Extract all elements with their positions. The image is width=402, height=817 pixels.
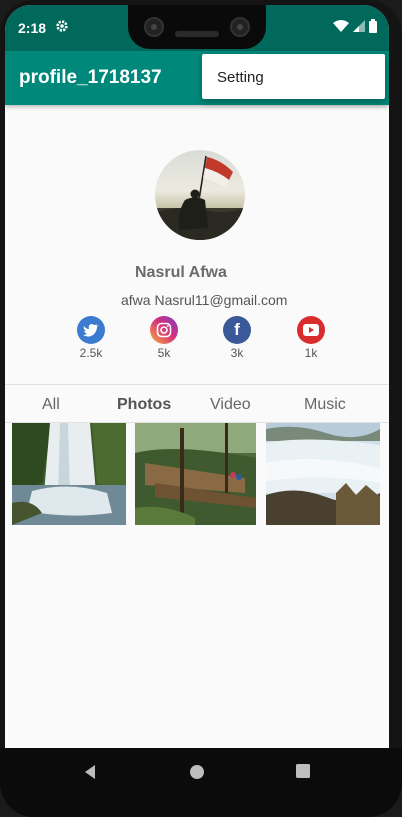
photo-forest-walkway[interactable] (135, 423, 256, 525)
facebook-icon: f (223, 316, 251, 344)
battery-icon (369, 19, 377, 33)
status-icons (333, 19, 377, 33)
tab-video[interactable]: Video (210, 396, 251, 414)
instagram-count: 5k (157, 346, 171, 360)
youtube-count: 1k (304, 346, 318, 360)
social-facebook[interactable]: f 3k (207, 316, 267, 360)
back-icon[interactable] (83, 764, 97, 780)
photo-waterfall[interactable] (12, 423, 126, 525)
camera-notch (128, 5, 266, 49)
gear-icon (56, 20, 68, 32)
tab-music[interactable]: Music (304, 396, 346, 414)
phone-frame: 2:18 profile_1718137 Setting Nasrul Afwa… (0, 0, 402, 817)
overflow-menu: Setting (202, 54, 385, 99)
twitter-count: 2.5k (79, 346, 103, 360)
front-camera-icon (230, 17, 250, 37)
avatar-photo (155, 155, 245, 240)
app-screen: 2:18 profile_1718137 Setting Nasrul Afwa… (5, 5, 389, 795)
twitter-icon (77, 316, 105, 344)
social-youtube[interactable]: 1k (281, 316, 341, 360)
instagram-icon (150, 316, 178, 344)
home-icon[interactable] (189, 764, 205, 780)
avatar[interactable] (155, 150, 245, 240)
navigation-bar (0, 748, 402, 817)
recents-icon[interactable] (296, 764, 310, 778)
signal-icon (353, 20, 365, 32)
youtube-icon (297, 316, 325, 344)
menu-item-setting[interactable]: Setting (217, 69, 264, 86)
social-instagram[interactable]: 5k (134, 316, 194, 360)
tab-bar: All Photos Video Music (5, 384, 389, 423)
tab-photos[interactable]: Photos (117, 396, 171, 414)
status-time: 2:18 (18, 20, 47, 36)
wifi-icon (333, 20, 349, 32)
profile-email: afwa Nasrul11@gmail.com (121, 292, 288, 308)
tab-all[interactable]: All (42, 396, 60, 414)
social-twitter[interactable]: 2.5k (61, 316, 121, 360)
profile-name: Nasrul Afwa (135, 264, 227, 281)
facebook-count: 3k (230, 346, 244, 360)
app-title: profile_1718137 (19, 67, 162, 88)
photo-sea-of-clouds[interactable] (266, 423, 380, 525)
front-camera-icon (144, 17, 164, 37)
earpiece-speaker (175, 31, 219, 37)
